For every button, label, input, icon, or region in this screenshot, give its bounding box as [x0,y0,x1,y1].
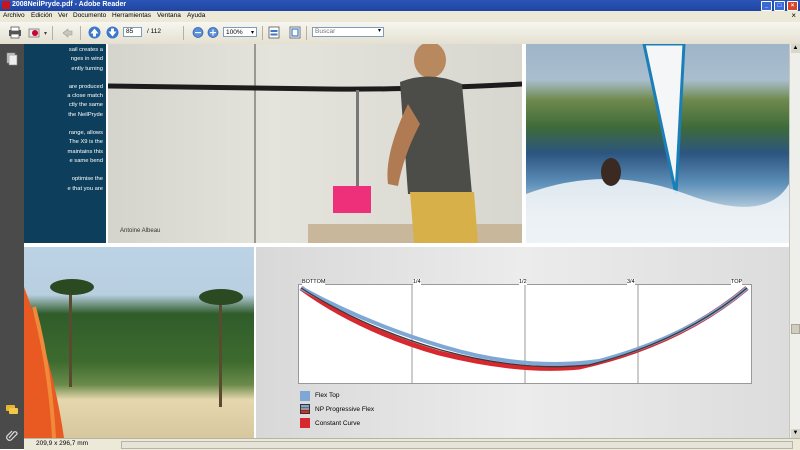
window-title: 2008NeilPryde.pdf - Adobe Reader [12,1,127,8]
curve-constant [299,285,749,371]
toolbar-separator [262,26,263,40]
fit-page-icon [289,26,301,39]
beach-photo [24,247,254,438]
menu-documento[interactable]: Documento [73,12,106,19]
maximize-button[interactable]: □ [774,1,785,11]
scroll-down-icon[interactable]: ▼ [791,429,800,438]
legend-swatch [300,390,310,401]
arrow-down-icon [106,26,119,39]
print-button[interactable] [8,26,22,40]
toolbar-separator [183,26,184,40]
menu-herramientas[interactable]: Herramientas [112,12,151,19]
toolbar-separator [306,26,307,40]
vertical-scrollbar[interactable]: ▲ ▼ [789,44,800,438]
minimize-button[interactable]: _ [761,1,772,11]
printer-icon [9,26,21,39]
scroll-thumb[interactable] [791,324,800,334]
bend-curves [299,285,749,383]
back-button[interactable] [60,26,74,40]
zoom-out-button[interactable] [192,26,204,40]
horizontal-scrollbar[interactable] [121,441,793,449]
fit-page-button[interactable] [289,26,301,40]
navigation-panel [0,44,24,449]
close-document-icon[interactable]: × [791,11,796,20]
page-size-label: 209,9 x 296,7 mm [36,440,89,447]
window-controls: _ □ × [761,1,798,11]
legend-item-flex-top: Flex Top [300,389,374,402]
menu-ventana[interactable]: Ventana [157,12,181,19]
zoom-value: 100% [226,29,243,36]
pages-icon[interactable] [6,52,18,66]
article-text: sail creates a nges in wind ently turnin… [67,47,103,192]
title-bar: 2008NeilPryde.pdf - Adobe Reader _ □ × [0,0,800,11]
mast-test-photo: Antoine Albeau [108,44,522,243]
status-bar: 209,9 x 296,7 mm [24,438,800,450]
legend-item-np-progressive: NP Progressive Flex [300,402,374,416]
undo-arrow-icon [62,28,73,38]
zoom-in-button[interactable] [207,26,219,40]
page-total-label: / 112 [147,28,161,35]
previous-page-button[interactable] [88,26,102,40]
adobe-reader-icon [2,1,10,9]
page-number-input[interactable] [123,27,142,37]
next-page-button[interactable] [106,26,120,40]
toolbar: ▾ / 112 100% ▾ ▾ [0,22,800,45]
zoom-select[interactable]: 100% ▾ [223,27,257,37]
chart-legend: Flex Top NP Progressive Flex Constant Cu… [300,389,374,430]
chevron-down-icon[interactable]: ▾ [44,30,47,37]
legend-swatch [300,418,310,428]
flex-chart: BOTTOM 1/4 1/2 3/4 TOP [298,279,752,384]
toolbar-separator [80,26,81,40]
text-column-panel: sail creates a nges in wind ently turnin… [24,44,106,243]
legend-item-constant-curve: Constant Curve [300,416,374,430]
attachment-icon[interactable] [5,428,19,442]
scroll-up-icon[interactable]: ▲ [791,44,800,53]
menu-ayuda[interactable]: Ayuda [187,12,205,19]
palm-tree-illustration [24,279,243,438]
fit-width-icon [268,26,280,39]
windsurfer-photo [526,44,789,243]
windsurf-sail-illustration [526,44,789,243]
toolbar-separator [52,26,53,40]
document-view[interactable]: sail creates a nges in wind ently turnin… [24,44,789,438]
close-button[interactable]: × [787,1,798,11]
zoom-out-icon [192,27,204,38]
person-silhouette [387,44,478,243]
search-input[interactable] [312,27,384,37]
menu-edicion[interactable]: Edición [31,12,52,19]
legend-swatch [300,404,310,414]
menu-ver[interactable]: Ver [58,12,68,19]
menu-archivo[interactable]: Archivo [3,12,25,19]
arrow-up-icon [88,26,101,39]
email-icon [28,28,40,38]
fit-width-button[interactable] [268,26,280,40]
email-button[interactable] [28,26,42,40]
chevron-down-icon: ▾ [250,30,254,36]
chevron-down-icon[interactable]: ▾ [378,27,381,34]
zoom-in-icon [207,27,219,38]
flex-diagram-panel: BOTTOM 1/4 1/2 3/4 TOP Flex Top NP Progr… [256,247,789,438]
photo-caption: Antoine Albeau [120,228,161,234]
comments-icon[interactable] [5,404,19,416]
